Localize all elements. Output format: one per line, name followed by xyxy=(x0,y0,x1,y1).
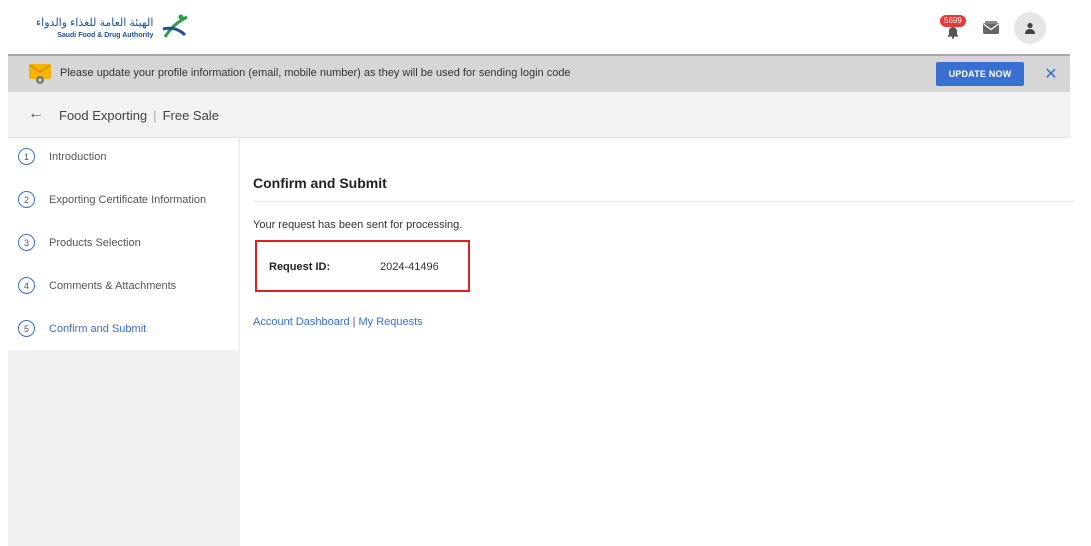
step-introduction[interactable]: 1 Introduction xyxy=(18,148,106,165)
title-divider xyxy=(253,201,1075,202)
step-label: Confirm and Submit xyxy=(49,322,147,335)
result-links: Account Dashboard | My Requests xyxy=(253,316,423,328)
confirm-panel: Confirm and Submit Your request has been… xyxy=(240,138,1088,546)
success-message: Your request has been sent for processin… xyxy=(253,219,463,231)
top-header: الهيئة العامة للغذاء والدواء Saudi Food … xyxy=(8,0,1070,54)
header-actions: 5699 xyxy=(940,12,1046,44)
step-number: 2 xyxy=(18,191,35,208)
bell-icon xyxy=(948,27,958,39)
profile-avatar[interactable] xyxy=(1014,12,1046,44)
update-now-button[interactable]: UPDATE NOW xyxy=(936,62,1024,86)
sfda-logo[interactable]: الهيئة العامة للغذاء والدواء Saudi Food … xyxy=(36,13,191,43)
logo-text: الهيئة العامة للغذاء والدواء Saudi Food … xyxy=(36,16,154,39)
step-number: 3 xyxy=(18,234,35,251)
step-label: Products Selection xyxy=(49,236,141,249)
mail-icon[interactable] xyxy=(982,21,1000,35)
breadcrumb-page: Free Sale xyxy=(162,108,219,123)
step-number: 4 xyxy=(18,277,35,294)
logo-arabic-text: الهيئة العامة للغذاء والدواء xyxy=(36,16,154,29)
close-banner-icon[interactable]: ✕ xyxy=(1041,62,1061,86)
steps-sidebar: 1 Introduction 2 Exporting Certificate I… xyxy=(8,138,238,350)
user-icon xyxy=(1025,22,1035,34)
step-comments-attachments[interactable]: 4 Comments & Attachments xyxy=(18,277,176,294)
envelope-alert-icon xyxy=(29,64,51,84)
step-label: Exporting Certificate Information xyxy=(49,193,207,206)
profile-update-banner: Please update your profile information (… xyxy=(8,54,1070,92)
breadcrumb: Food Exporting | Free Sale xyxy=(59,108,219,123)
step-products-selection[interactable]: 3 Products Selection xyxy=(18,234,141,251)
breadcrumb-bar: ← Food Exporting | Free Sale xyxy=(8,92,1070,138)
link-separator: | xyxy=(352,316,356,328)
request-id-value: 2024-41496 xyxy=(380,261,439,273)
step-number: 1 xyxy=(18,148,35,165)
step-label: Comments & Attachments xyxy=(49,279,177,292)
breadcrumb-separator: | xyxy=(153,108,157,123)
step-exporting-certificate[interactable]: 2 Exporting Certificate Information xyxy=(18,191,206,208)
back-arrow-icon[interactable]: ← xyxy=(28,105,44,123)
step-number: 5 xyxy=(18,320,35,337)
step-label: Introduction xyxy=(49,150,107,163)
request-id-label: Request ID: xyxy=(269,261,331,273)
account-dashboard-link[interactable]: Account Dashboard xyxy=(253,316,350,328)
my-requests-link[interactable]: My Requests xyxy=(358,316,422,328)
request-id-box: Request ID: 2024-41496 xyxy=(255,240,470,292)
banner-message: Please update your profile information (… xyxy=(60,67,571,79)
page-title: Confirm and Submit xyxy=(253,175,387,191)
notifications-button[interactable]: 5699 xyxy=(940,15,968,41)
breadcrumb-section[interactable]: Food Exporting xyxy=(59,108,147,123)
step-confirm-submit[interactable]: 5 Confirm and Submit xyxy=(18,320,146,337)
logo-mark-icon xyxy=(163,14,189,38)
logo-english-text: Saudi Food & Drug Authority xyxy=(57,31,154,39)
